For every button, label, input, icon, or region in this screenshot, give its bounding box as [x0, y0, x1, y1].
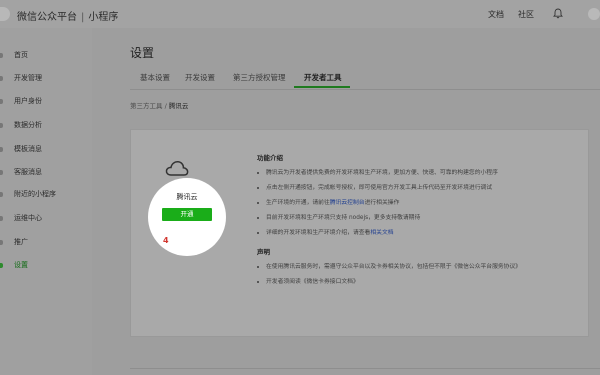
sidebar-item-label: 运维中心 [14, 214, 42, 222]
breadcrumb-current: 腾讯云 [168, 102, 189, 110]
statement-title: 声明 [257, 248, 270, 256]
feature-text: 生产环境的开通，请前往 [266, 200, 330, 206]
docs-link[interactable]: 文档 [488, 9, 504, 20]
sidebar-marker [0, 192, 3, 197]
sidebar-item-analytics[interactable]: 数据分析 [0, 119, 92, 133]
enable-button[interactable]: 开通 [162, 208, 212, 221]
feature-item: 目前开发环境和生产环境只支持 nodejs，更多支持敬请期待 [257, 212, 420, 221]
cloud-icon [165, 161, 189, 176]
sidebar-item-label: 数据分析 [14, 121, 42, 129]
step-badge: 4 [163, 236, 169, 245]
sidebar-item-customer-service[interactable]: 客服消息 [0, 166, 92, 180]
highlight-spotlight: 腾讯云 开通 [148, 178, 226, 256]
sidebar-marker [0, 99, 3, 104]
service-name: 腾讯云 [176, 193, 198, 201]
sidebar-item-label: 客服消息 [14, 168, 42, 176]
wechat-logo-icon[interactable] [0, 7, 10, 21]
brand-name: 微信公众平台 [17, 12, 77, 23]
breadcrumb: 第三方工具 / 腾讯云 [130, 100, 188, 110]
sidebar-item-ops-center[interactable]: 运维中心 [0, 212, 92, 226]
bell-icon[interactable] [553, 8, 563, 19]
feature-text: 详细的开发环境和生产环境介绍，请查看 [266, 230, 371, 236]
sidebar-item-dev-management[interactable]: 开发管理 [0, 72, 92, 86]
product-name: 小程序 [88, 12, 119, 23]
sidebar: 首页 开发管理 用户身份 数据分析 模板消息 客服消息 附近的小程序 运维中心 … [0, 28, 92, 375]
sidebar-item-promotion[interactable]: 推广 [0, 236, 92, 250]
user-avatar[interactable] [588, 8, 600, 20]
tab-developer-tools[interactable]: 开发者工具 [304, 72, 342, 83]
tab-dev-settings[interactable]: 开发设置 [185, 72, 215, 83]
sidebar-marker [0, 240, 3, 245]
sidebar-marker [0, 147, 3, 152]
sidebar-item-label: 用户身份 [14, 97, 42, 105]
top-bar: 微信公众平台 | 小程序 文档 社区 [0, 0, 600, 28]
sidebar-item-template-messages[interactable]: 模板消息 [0, 143, 92, 157]
feature-text: 目前开发环境和生产环境只支持 nodejs，更多支持敬请期待 [266, 215, 421, 221]
sidebar-item-nearby[interactable]: 附近的小程序 [0, 188, 92, 202]
sidebar-item-label: 开发管理 [14, 74, 42, 82]
tab-basic-settings[interactable]: 基本设置 [140, 72, 170, 83]
sidebar-item-user-identity[interactable]: 用户身份 [0, 95, 92, 109]
feature-item: 腾讯云为开发者提供免费的开发环境和生产环境，更加方便、快速、可靠的构建您的小程序 [257, 167, 498, 176]
breadcrumb-parent[interactable]: 第三方工具 [130, 102, 163, 110]
sidebar-item-label: 设置 [14, 261, 28, 269]
features-title: 功能介绍 [257, 154, 283, 162]
related-docs-link[interactable]: 相关文档 [370, 230, 393, 236]
tencent-cloud-console-link[interactable]: 腾讯云控制台 [330, 200, 365, 206]
tencent-cloud-card: 腾讯云 开通 4 功能介绍 腾讯云为开发者提供免费的开发环境和生产环境，更加方便… [130, 129, 589, 337]
feature-item: 点击左侧开通按钮，完成帐号授权，即可使用官方开发工具上传代码至开发环境进行调试 [257, 182, 492, 191]
feature-text: 点击左侧开通按钮，完成帐号授权，即可使用官方开发工具上传代码至开发环境进行调试 [266, 185, 493, 191]
section-divider [130, 368, 600, 369]
sidebar-item-home[interactable]: 首页 [0, 49, 92, 63]
main-content: 设置 基本设置 开发设置 第三方授权管理 开发者工具 第三方工具 / 腾讯云 腾… [92, 28, 600, 375]
feature-item: 详细的开发环境和生产环境介绍，请查看相关文档 [257, 227, 394, 236]
feature-text: 进行相关操作 [364, 200, 400, 206]
sidebar-item-label: 推广 [14, 238, 28, 246]
page-title: 设置 [130, 46, 155, 60]
sidebar-item-label: 附近的小程序 [14, 190, 56, 198]
statement-item: 在使用腾讯云服务时，需遵守公众平台以及卡券相关协议，包括但不限于《微信公众平台服… [257, 261, 521, 270]
breadcrumb-separator: / [164, 102, 167, 110]
sidebar-marker [0, 53, 3, 58]
statement-text: 开发者须阅读《微信卡券接口文档》 [266, 279, 359, 285]
statement-text: 在使用腾讯云服务时，需遵守公众平台以及卡券相关协议，包括但不限于《微信公众平台服… [266, 264, 522, 270]
sidebar-marker [0, 263, 3, 268]
feature-item: 生产环境的开通，请前往腾讯云控制台进行相关操作 [257, 197, 399, 206]
brand-title[interactable]: 微信公众平台 | 小程序 [17, 8, 118, 23]
feature-text: 腾讯云为开发者提供免费的开发环境和生产环境，更加方便、快速、可靠的构建您的小程序 [266, 170, 498, 176]
sidebar-marker [0, 123, 3, 128]
tabs-divider [130, 89, 600, 90]
tab-third-party-auth[interactable]: 第三方授权管理 [233, 72, 286, 83]
brand-separator: | [81, 12, 85, 23]
sidebar-marker [0, 76, 3, 81]
sidebar-marker [0, 216, 3, 221]
sidebar-marker [0, 170, 3, 175]
sidebar-item-settings[interactable]: 设置 [0, 259, 92, 273]
active-tab-indicator [294, 86, 350, 88]
sidebar-item-label: 模板消息 [14, 145, 42, 153]
sidebar-item-label: 首页 [14, 51, 28, 59]
community-link[interactable]: 社区 [518, 9, 534, 20]
statement-item: 开发者须阅读《微信卡券接口文档》 [257, 276, 359, 285]
